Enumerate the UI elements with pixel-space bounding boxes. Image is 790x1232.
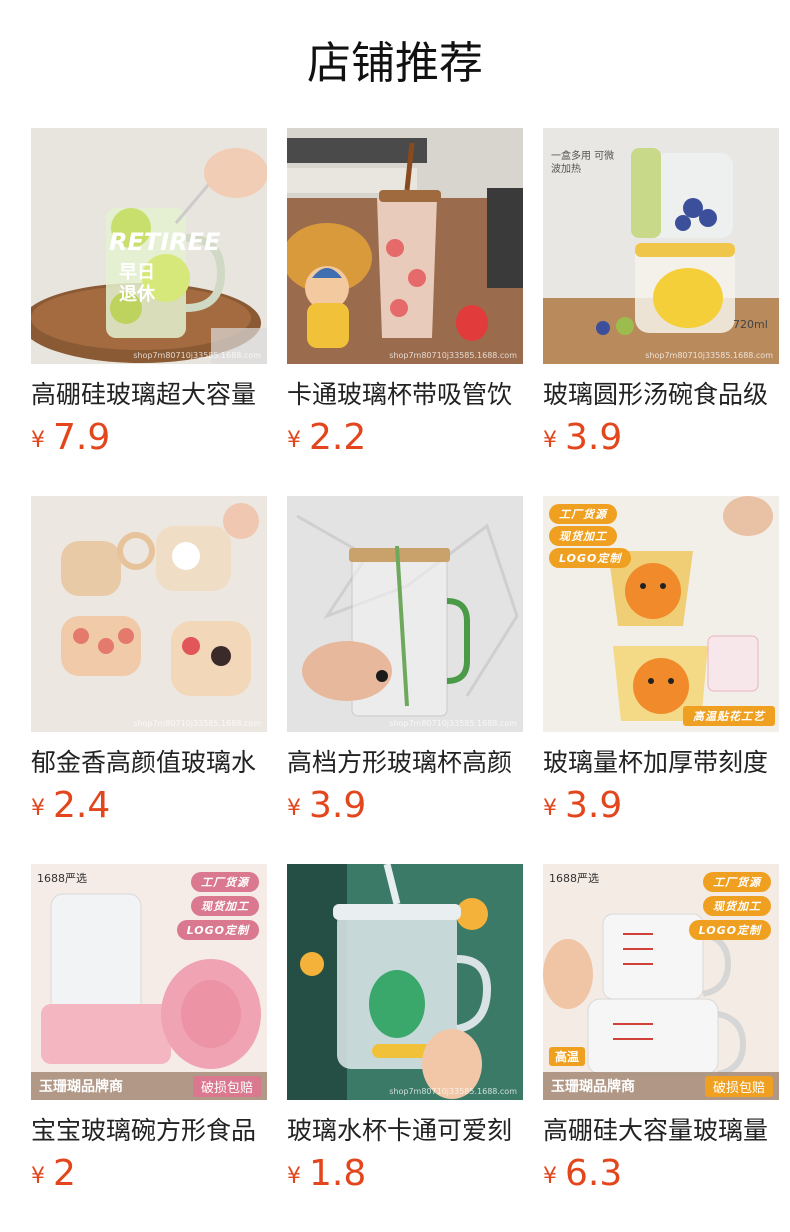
price-value: 7.9 bbox=[53, 417, 111, 458]
currency-symbol: ¥ bbox=[31, 796, 45, 821]
tag-logo: LOGO定制 bbox=[176, 920, 259, 940]
guarantee-label: 破损包赔 bbox=[192, 1076, 261, 1097]
product-card[interactable]: shop7m80710j33585.1688.com 玻璃水杯卡通可爱刻 ¥1.… bbox=[287, 864, 523, 1194]
image-text: RETIREE bbox=[109, 228, 221, 256]
image-capacity: 720ml bbox=[733, 318, 768, 331]
tag-stock: 现货加工 bbox=[191, 896, 259, 916]
product-card[interactable]: RETIREE 早日 退休 shop7m80710j33585.1688.com… bbox=[31, 128, 267, 458]
product-card[interactable]: 1688严选 工厂货源 现货加工 LOGO定制 高温 玉珊瑚品牌商 破损包赔 高… bbox=[543, 864, 779, 1194]
currency-symbol: ¥ bbox=[287, 428, 301, 453]
product-grid: RETIREE 早日 退休 shop7m80710j33585.1688.com… bbox=[31, 128, 779, 1194]
price-value: 3.9 bbox=[309, 785, 367, 826]
tag-logo: LOGO定制 bbox=[688, 920, 771, 940]
image-label: 一盒多用 可微波加热 bbox=[551, 151, 615, 175]
product-card[interactable]: 一盒多用 可微波加热 720ml shop7m80710j33585.1688.… bbox=[543, 128, 779, 458]
product-price: ¥2.2 bbox=[287, 416, 366, 466]
product-name[interactable]: 高档方形玻璃杯高颜 bbox=[287, 746, 523, 780]
currency-symbol: ¥ bbox=[543, 796, 557, 821]
corner-tag: 高温 bbox=[549, 1047, 586, 1066]
product-card[interactable]: shop7m80710j33585.1688.com 郁金香高颜值玻璃水 ¥2.… bbox=[31, 496, 267, 826]
product-price: ¥2 bbox=[31, 1152, 76, 1202]
price-value: 3.9 bbox=[565, 417, 623, 458]
product-price: ¥6.3 bbox=[543, 1152, 622, 1202]
product-card[interactable]: shop7m80710j33585.1688.com 高档方形玻璃杯高颜 ¥3.… bbox=[287, 496, 523, 826]
brand-label: 玉珊瑚品牌商 bbox=[39, 1079, 123, 1095]
product-name[interactable]: 高硼硅玻璃超大容量 bbox=[31, 378, 267, 412]
product-image[interactable]: shop7m80710j33585.1688.com bbox=[287, 496, 523, 732]
product-image[interactable]: 1688严选 工厂货源 现货加工 LOGO定制 玉珊瑚品牌商 破损包赔 bbox=[31, 864, 267, 1100]
currency-symbol: ¥ bbox=[543, 428, 557, 453]
tag-factory: 工厂货源 bbox=[703, 872, 771, 892]
product-image[interactable]: 一盒多用 可微波加热 720ml shop7m80710j33585.1688.… bbox=[543, 128, 779, 364]
currency-symbol: ¥ bbox=[287, 796, 301, 821]
price-value: 1.8 bbox=[309, 1153, 367, 1194]
product-card[interactable]: shop7m80710j33585.1688.com 卡通玻璃杯带吸管饮 ¥2.… bbox=[287, 128, 523, 458]
product-name[interactable]: 高硼硅大容量玻璃量 bbox=[543, 1114, 779, 1148]
product-price: ¥3.9 bbox=[543, 784, 622, 834]
product-name[interactable]: 郁金香高颜值玻璃水 bbox=[31, 746, 267, 780]
price-value: 6.3 bbox=[565, 1153, 623, 1194]
product-price: ¥1.8 bbox=[287, 1152, 366, 1202]
tag-stock: 现货加工 bbox=[703, 896, 771, 916]
product-image[interactable]: shop7m80710j33585.1688.com bbox=[287, 864, 523, 1100]
product-image[interactable]: shop7m80710j33585.1688.com bbox=[31, 496, 267, 732]
price-value: 2.4 bbox=[53, 785, 111, 826]
currency-symbol: ¥ bbox=[31, 1164, 45, 1189]
price-value: 2.2 bbox=[309, 417, 367, 458]
brand-label: 玉珊瑚品牌商 bbox=[551, 1079, 635, 1095]
currency-symbol: ¥ bbox=[287, 1164, 301, 1189]
tag-factory: 工厂货源 bbox=[549, 504, 617, 524]
tag-stock: 现货加工 bbox=[549, 526, 617, 546]
price-value: 2 bbox=[53, 1153, 76, 1194]
currency-symbol: ¥ bbox=[543, 1164, 557, 1189]
tag-factory: 工厂货源 bbox=[191, 872, 259, 892]
product-image[interactable]: RETIREE 早日 退休 shop7m80710j33585.1688.com bbox=[31, 128, 267, 364]
product-price: ¥3.9 bbox=[543, 416, 622, 466]
product-price: ¥3.9 bbox=[287, 784, 366, 834]
watermark: shop7m80710j33585.1688.com bbox=[645, 351, 773, 360]
product-card[interactable]: 工厂货源 现货加工 LOGO定制 高温贴花工艺 玻璃量杯加厚带刻度 ¥3.9 bbox=[543, 496, 779, 826]
top-badge: 1688严选 bbox=[549, 872, 599, 885]
watermark: shop7m80710j33585.1688.com bbox=[389, 1087, 517, 1096]
product-name[interactable]: 玻璃量杯加厚带刻度 bbox=[543, 746, 779, 780]
top-badge: 1688严选 bbox=[37, 872, 87, 885]
tag-craft: 高温贴花工艺 bbox=[683, 706, 775, 726]
guarantee-label: 破损包赔 bbox=[704, 1076, 773, 1097]
section-title: 店铺推荐 bbox=[307, 38, 483, 89]
watermark: shop7m80710j33585.1688.com bbox=[133, 719, 261, 728]
product-card[interactable]: 1688严选 工厂货源 现货加工 LOGO定制 玉珊瑚品牌商 破损包赔 宝宝玻璃… bbox=[31, 864, 267, 1194]
product-image[interactable]: 工厂货源 现货加工 LOGO定制 高温贴花工艺 bbox=[543, 496, 779, 732]
product-image[interactable]: shop7m80710j33585.1688.com bbox=[287, 128, 523, 364]
product-price: ¥7.9 bbox=[31, 416, 110, 466]
product-name[interactable]: 卡通玻璃杯带吸管饮 bbox=[287, 378, 523, 412]
image-text: 退休 bbox=[119, 284, 155, 305]
watermark: shop7m80710j33585.1688.com bbox=[389, 351, 517, 360]
watermark: shop7m80710j33585.1688.com bbox=[133, 351, 261, 360]
product-image[interactable]: 1688严选 工厂货源 现货加工 LOGO定制 高温 玉珊瑚品牌商 破损包赔 bbox=[543, 864, 779, 1100]
product-name[interactable]: 玻璃水杯卡通可爱刻 bbox=[287, 1114, 523, 1148]
product-name[interactable]: 玻璃圆形汤碗食品级 bbox=[543, 378, 779, 412]
tag-logo: LOGO定制 bbox=[549, 548, 632, 568]
price-value: 3.9 bbox=[565, 785, 623, 826]
product-price: ¥2.4 bbox=[31, 784, 110, 834]
product-name[interactable]: 宝宝玻璃碗方形食品 bbox=[31, 1114, 267, 1148]
currency-symbol: ¥ bbox=[31, 428, 45, 453]
watermark: shop7m80710j33585.1688.com bbox=[389, 719, 517, 728]
